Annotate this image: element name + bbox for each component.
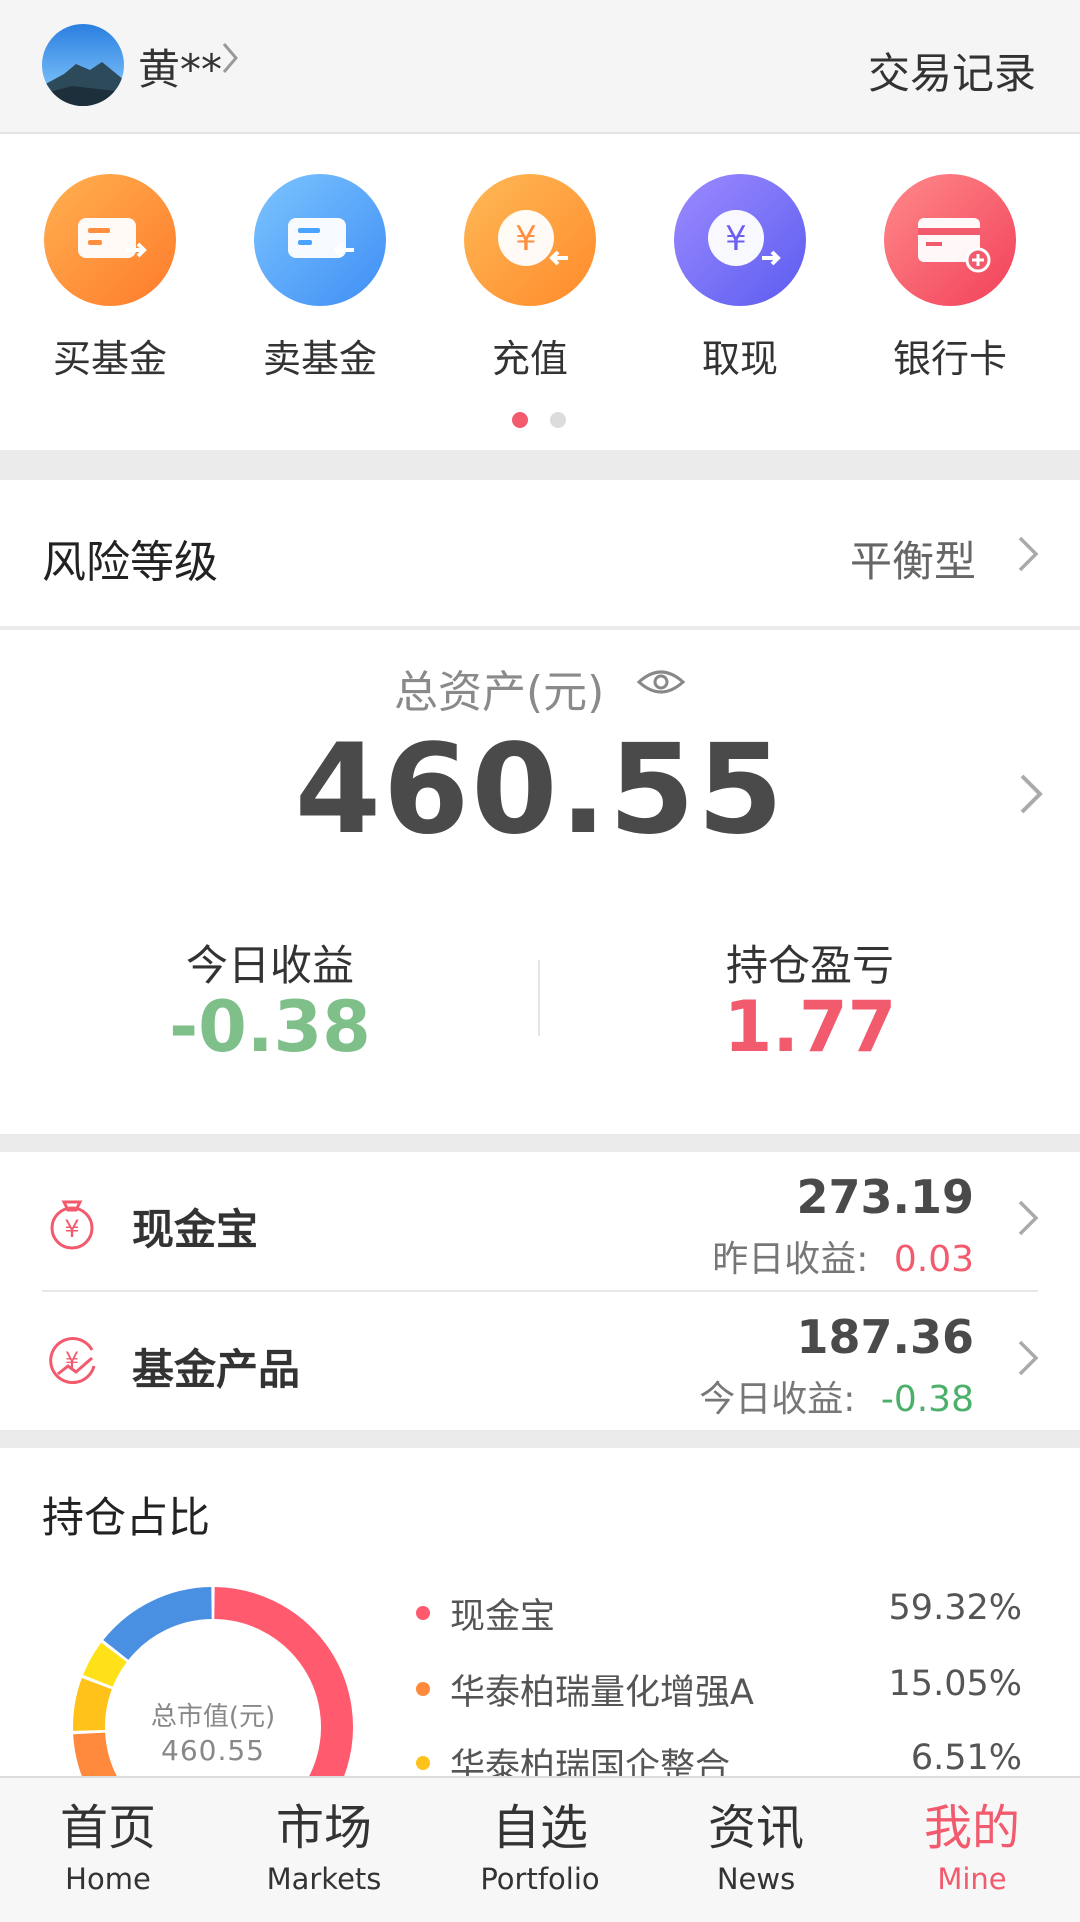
buy-fund-label: 买基金 [52, 337, 167, 381]
bank-card-button[interactable]: 银行卡 [860, 174, 1040, 383]
username[interactable]: 黄** [138, 36, 222, 97]
legend-name: 华泰柏瑞量化增强A [450, 1673, 754, 1713]
tab-sublabel: News [716, 1862, 796, 1896]
today-earnings-value: -0.38 [169, 986, 371, 1068]
product-row-fund[interactable]: ¥ 基金产品 187.36 今日收益: -0.38 [0, 1292, 1080, 1430]
tab-home[interactable]: 首页 Home [0, 1800, 216, 1896]
trade-records-link[interactable]: 交易记录 [868, 40, 1036, 101]
risk-level-row[interactable]: 风险等级 平衡型 [0, 480, 1080, 626]
recharge-label: 充值 [491, 337, 568, 381]
product-sub-label: 昨日收益: [712, 1239, 869, 1280]
legend-item[interactable]: 华泰柏瑞国企整合 6.51% [416, 1738, 1026, 1778]
svg-text:¥: ¥ [65, 1349, 79, 1374]
quick-actions: 买基金 卖基金 ¥ 充值 ¥ 取现 银行卡 [0, 134, 1080, 450]
legend-name: 现金宝 [450, 1597, 556, 1637]
chevron-right-icon [1016, 534, 1040, 578]
legend-item[interactable]: 现金宝 59.32% [416, 1588, 1026, 1637]
buy-fund-icon [44, 174, 176, 306]
product-sub-value: 0.03 [893, 1239, 974, 1280]
total-assets-label: 总资产(元) [394, 667, 605, 718]
svg-text:¥: ¥ [725, 219, 747, 259]
legend-dot [416, 1756, 430, 1770]
legend-pct: 6.51% [910, 1738, 1022, 1778]
risk-level-value: 平衡型 [849, 537, 976, 586]
recharge-button[interactable]: ¥ 充值 [440, 174, 620, 383]
donut-segment[interactable] [73, 1678, 112, 1731]
chevron-right-icon[interactable] [220, 40, 240, 80]
tab-label: 我的 [923, 1800, 1020, 1856]
legend-pct: 59.32% [888, 1588, 1022, 1628]
tab-sublabel: Markets [266, 1862, 382, 1896]
eye-icon[interactable] [636, 666, 686, 702]
holding-pnl-value: 1.77 [723, 986, 897, 1068]
bank-card-label: 银行卡 [892, 337, 1007, 381]
recharge-icon: ¥ [464, 174, 596, 306]
product-row-cash[interactable]: ¥ 现金宝 273.19 昨日收益: 0.03 [0, 1152, 1080, 1290]
tab-label: 市场 [275, 1800, 372, 1856]
withdraw-button[interactable]: ¥ 取现 [650, 174, 830, 383]
donut-segment[interactable] [83, 1642, 128, 1688]
legend-dot [416, 1682, 430, 1696]
tab-mine[interactable]: 我的 Mine [864, 1800, 1080, 1896]
bank-card-icon [884, 174, 1016, 306]
chevron-right-icon [1016, 1338, 1040, 1382]
donut-center-label: 总市值(元) [150, 1702, 276, 1732]
product-title: 现金宝 [132, 1205, 259, 1254]
withdraw-label: 取现 [701, 337, 778, 381]
holdings-section: 持仓占比 总市值(元) 460.55 现金宝 59.32% 华泰柏瑞量化增强A … [0, 1448, 1080, 1778]
legend-dot [416, 1606, 430, 1620]
product-sub-label: 今日收益: [699, 1379, 856, 1420]
sell-fund-label: 卖基金 [262, 337, 377, 381]
sell-fund-icon [254, 174, 386, 306]
pager-dot-active [512, 412, 528, 428]
product-sub: 昨日收益: 0.03 [712, 1230, 974, 1282]
svg-text:¥: ¥ [515, 219, 537, 259]
today-earnings-label: 今日收益 [185, 941, 354, 990]
svg-text:¥: ¥ [64, 1215, 79, 1243]
risk-level-label: 风险等级 [42, 537, 218, 588]
legend-pct: 15.05% [888, 1664, 1022, 1704]
tab-label: 首页 [59, 1800, 156, 1856]
tab-sublabel: Portfolio [480, 1862, 600, 1896]
money-bag-icon: ¥ [42, 1190, 102, 1250]
chevron-right-icon [1016, 1198, 1040, 1242]
chevron-right-icon[interactable] [1018, 772, 1044, 820]
fund-yuan-icon: ¥ [42, 1330, 102, 1390]
withdraw-icon: ¥ [674, 174, 806, 306]
avatar[interactable] [42, 24, 124, 106]
product-amount: 273.19 [796, 1170, 974, 1224]
tab-sublabel: Home [65, 1862, 151, 1896]
product-sub: 今日收益: -0.38 [699, 1370, 974, 1422]
product-list: ¥ 现金宝 273.19 昨日收益: 0.03 ¥ 基金产品 187.36 今日… [0, 1152, 1080, 1430]
divider [538, 960, 540, 1036]
donut-center-value: 460.55 [161, 1734, 265, 1767]
legend-item[interactable]: 华泰柏瑞量化增强A 15.05% [416, 1664, 1026, 1713]
tab-sublabel: Mine [937, 1862, 1007, 1896]
holding-pnl-label: 持仓盈亏 [725, 941, 894, 990]
product-title: 基金产品 [132, 1345, 301, 1394]
assets-card[interactable]: 总资产(元) 460.55 今日收益 -0.38 持仓盈亏 1.77 [0, 630, 1080, 1134]
buy-fund-button[interactable]: 买基金 [20, 174, 200, 383]
tab-news[interactable]: 资讯 News [648, 1800, 864, 1896]
bottom-tab-bar: 首页 Home 市场 Markets 自选 Portfolio 资讯 News … [0, 1776, 1080, 1922]
product-amount: 187.36 [796, 1310, 974, 1364]
product-sub-value: -0.38 [880, 1379, 974, 1420]
sell-fund-button[interactable]: 卖基金 [230, 174, 410, 383]
tab-markets[interactable]: 市场 Markets [216, 1800, 432, 1896]
total-assets-value: 460.55 [294, 718, 786, 862]
legend-name: 华泰柏瑞国企整合 [450, 1747, 731, 1778]
tab-portfolio[interactable]: 自选 Portfolio [432, 1800, 648, 1896]
tab-label: 自选 [491, 1800, 588, 1856]
holdings-title: 持仓占比 [42, 1493, 211, 1542]
donut-segment[interactable] [103, 1587, 213, 1661]
top-header: 黄** 交易记录 [0, 0, 1080, 134]
pager-dot [550, 412, 566, 428]
tab-label: 资讯 [707, 1800, 804, 1856]
